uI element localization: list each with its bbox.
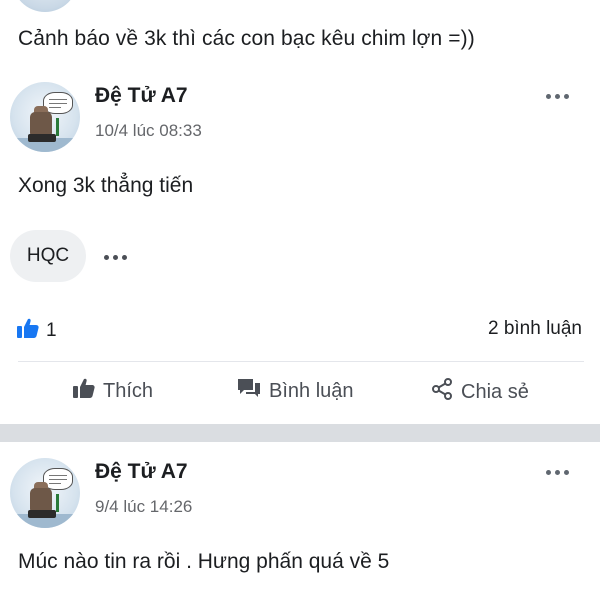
divider	[18, 361, 584, 362]
share-label: Chia sẻ	[461, 380, 529, 403]
comment-label: Bình luận	[269, 379, 354, 402]
comment-preview-more-icon[interactable]	[104, 255, 127, 260]
like-summary[interactable]: 1	[16, 317, 57, 345]
author-name[interactable]: Đệ Tử A7	[95, 460, 188, 484]
post-separator	[0, 424, 600, 442]
like-button[interactable]: Thích	[72, 377, 153, 405]
more-icon[interactable]	[546, 470, 569, 475]
comment-count[interactable]: 2 bình luận	[488, 318, 582, 340]
comment-preview-chip[interactable]: HQC	[10, 230, 86, 282]
avatar[interactable]	[10, 82, 80, 152]
comment-button[interactable]: Bình luận	[236, 377, 354, 405]
feed: Cảnh báo về 3k thì các con bạc kêu chim …	[0, 0, 600, 600]
thumb-up-icon	[72, 377, 96, 405]
like-label: Thích	[103, 379, 154, 402]
action-bar: Thích Bình luận Chia sẻ	[0, 372, 600, 412]
thumb-up-icon	[16, 317, 40, 345]
post-content: Xong 3k thẳng tiến	[18, 174, 194, 197]
avatar[interactable]	[10, 458, 80, 528]
author-name[interactable]: Đệ Tử A7	[95, 84, 188, 108]
like-count: 1	[46, 320, 57, 341]
post-timestamp[interactable]: 9/4 lúc 14:26	[95, 497, 192, 517]
previous-post-avatar[interactable]	[12, 0, 78, 12]
comment-icon	[236, 377, 262, 405]
share-button[interactable]: Chia sẻ	[430, 377, 529, 407]
post-timestamp[interactable]: 10/4 lúc 08:33	[95, 121, 202, 141]
more-icon[interactable]	[546, 94, 569, 99]
post-content: Múc nào tin ra rồi . Hưng phấn quá về 5	[18, 550, 390, 573]
previous-post-text: Cảnh báo về 3k thì các con bạc kêu chim …	[18, 27, 475, 50]
share-icon	[430, 377, 454, 407]
